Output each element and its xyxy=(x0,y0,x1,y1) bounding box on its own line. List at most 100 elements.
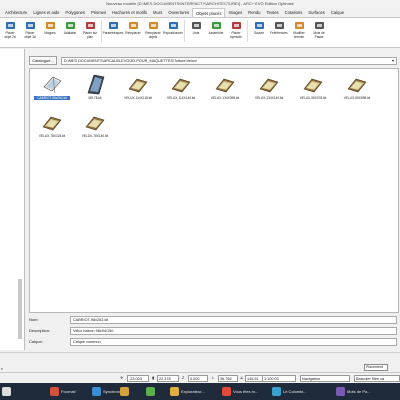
ribbon-tab[interactable]: Lignes et aide xyxy=(30,8,62,17)
name-label: Nom: xyxy=(29,317,39,322)
taskbar-item-label: Fournail xyxy=(61,389,76,394)
ribbon-button[interactable]: Modifier chemin xyxy=(291,20,307,47)
ribbon-button[interactable]: Remplacer objets xyxy=(145,20,161,47)
ribbon-button[interactable]: Adalaine xyxy=(62,20,78,47)
edit-path-icon xyxy=(294,20,305,31)
object-thumbnail[interactable]: VELUX-134X098.kit xyxy=(207,73,243,105)
ribbon-button[interactable]: Placer sur plan xyxy=(82,20,98,47)
ribbon-button-label: Assembler xyxy=(208,31,224,35)
status-line: e Placement xyxy=(0,352,400,372)
taskbar-item[interactable] xyxy=(146,385,155,398)
ribbon-tab[interactable]: Rendu xyxy=(245,8,263,17)
window-object-icon xyxy=(34,73,70,95)
window-object-icon xyxy=(77,73,113,95)
ribbon-button[interactable]: Préférences xyxy=(270,20,288,47)
description-field[interactable]: Velux balcon 98x94/150 xyxy=(70,327,397,335)
fournail-icon xyxy=(50,387,59,396)
ribbon-tab[interactable]: Images xyxy=(225,8,245,17)
layer-row: Calque: Calque commun xyxy=(29,338,399,347)
object-thumbnail-name: VELUX-114X118.kit xyxy=(124,96,152,100)
taskbar-item[interactable]: Fournail xyxy=(50,385,75,398)
ribbon-button-label: Adalaine xyxy=(63,31,77,35)
name-row: Nom: CABRIOT-98x252.kit xyxy=(29,316,399,325)
app-window: Nouveau modèle [D:\MES DOCUMENTS\INTERFA… xyxy=(0,0,400,400)
taskbar-item[interactable]: Le Colombi... xyxy=(272,385,307,398)
ribbon-tab[interactable]: Architecture xyxy=(2,8,30,17)
ribbon-button-label: Placer objet 2d xyxy=(4,31,16,39)
ribbon-tab[interactable]: Prismes xyxy=(88,8,109,17)
layer-label: Calque: xyxy=(29,339,43,344)
ribbon-button[interactable]: Repositionner xyxy=(163,20,183,47)
object-thumbnail[interactable]: M9-78.kit xyxy=(77,73,113,105)
coord-x-field[interactable]: -23.003 xyxy=(127,375,149,382)
object-thumbnail-name: VELUX-55X078.kit xyxy=(299,96,327,100)
ribbon-button[interactable]: Placer objet 3d xyxy=(22,20,38,47)
coord-y-field[interactable]: 22.378 xyxy=(157,375,179,382)
object-thumbnail[interactable]: VELUX-134X140.kit xyxy=(251,73,287,105)
ribbon-button-label: Liste xyxy=(192,31,200,35)
chevron-down-icon[interactable]: ▾ xyxy=(390,58,396,64)
layer-field[interactable]: Calque commun xyxy=(70,338,397,346)
save-icon xyxy=(254,20,265,31)
object-thumbnail[interactable]: VELUX-78X140.kit xyxy=(77,111,113,143)
ribbon-tab[interactable]: Textes xyxy=(264,8,282,17)
app-icon xyxy=(120,387,129,396)
mode-select[interactable]: Navigation xyxy=(300,375,350,382)
ribbon-button[interactable]: Mots de Passe xyxy=(311,20,327,47)
ribbon-tab[interactable]: Surfaces xyxy=(305,8,328,17)
symbol-icon xyxy=(231,20,242,31)
taskbar-item[interactable]: Vous êtes m... xyxy=(222,385,258,398)
ribbon-separator xyxy=(101,20,102,42)
description-row: Description: Velux balcon 98x94/150 xyxy=(29,327,399,336)
os-taskbar: Fournail Synchronise... Explorateur... Vous… xyxy=(0,383,400,400)
reposition-icon xyxy=(168,20,179,31)
ribbon-button[interactable]: Paramétriques xyxy=(103,20,123,47)
ribbon-button[interactable]: Sauver xyxy=(251,20,267,47)
mapping-icon xyxy=(45,20,56,31)
ribbon-button[interactable]: Assembler xyxy=(208,20,224,47)
chrome-icon xyxy=(222,387,231,396)
catalogue-path-field[interactable]: D:\MES DOCUMENTS\ARCALIB-EVO\3D-POUR_MAQ… xyxy=(61,57,397,65)
app-icon-2 xyxy=(146,387,155,396)
coord-y-icon: ▮ xyxy=(152,376,155,380)
taskbar-item[interactable] xyxy=(120,385,129,398)
filter-hint-field[interactable]: Basculer filtre ca xyxy=(354,375,400,382)
ribbon-button[interactable]: Liste xyxy=(188,20,204,47)
assemble-icon xyxy=(211,20,222,31)
object-thumbnail[interactable]: VELUX-55X098.kit xyxy=(339,73,375,105)
object-thumbnail[interactable]: VELUX-55X078.kit xyxy=(295,73,331,105)
object-thumbnail[interactable]: CABRIOT-98x252.kit xyxy=(34,73,70,105)
ribbon-tab[interactable]: Cotations xyxy=(282,8,306,17)
ribbon-tab[interactable]: Polygones xyxy=(62,8,88,17)
taskbar-item[interactable] xyxy=(2,385,11,398)
ribbon-button[interactable]: Mappes xyxy=(42,20,58,47)
placement-field[interactable]: Placement xyxy=(364,364,388,371)
object-thumbnail[interactable]: VELUX-78X118.kit xyxy=(34,111,70,143)
catalogue-button[interactable]: Catalogue... xyxy=(29,56,57,65)
adalaine-icon xyxy=(65,20,76,31)
left-panel xyxy=(0,49,25,350)
taskbar-item[interactable]: Explorateur... xyxy=(170,385,205,398)
ribbon-button[interactable]: Placer objet 2d xyxy=(2,20,18,47)
left-panel-scrollbar[interactable] xyxy=(18,279,22,339)
ribbon-tab[interactable]: Ouvertures xyxy=(165,8,192,17)
object-thumbnail[interactable]: VELUX-114X118.kit xyxy=(120,73,156,105)
distance-field[interactable]: 36.766 xyxy=(218,375,238,382)
ribbon-button-label: Remplacer objets xyxy=(145,31,161,39)
ribbon-tab[interactable]: Objets placés xyxy=(192,8,226,17)
ribbon-button[interactable]: Placer symbole xyxy=(228,20,244,47)
object-thumbnail-name: VELUX-134X098.kit xyxy=(210,96,240,100)
coord-z-field[interactable]: 0.000 xyxy=(188,375,208,382)
ribbon-tab[interactable]: Calque xyxy=(328,8,347,17)
ribbon-tab[interactable]: Hachures et motifs xyxy=(109,8,150,17)
object-thumbnail-name: CABRIOT-98x252.kit xyxy=(34,96,70,100)
taskbar-item-label: Le Colombi... xyxy=(283,389,307,394)
password-icon xyxy=(314,20,325,31)
explorer-icon xyxy=(170,387,179,396)
scale-select[interactable]: 1:100.00 xyxy=(262,375,296,382)
taskbar-item[interactable]: Mots de Pa... xyxy=(336,385,371,398)
ribbon-button[interactable]: Remplacer xyxy=(125,20,141,47)
ribbon-tab[interactable]: Murs xyxy=(150,8,165,17)
name-field[interactable]: CABRIOT-98x252.kit xyxy=(70,316,397,324)
object-thumbnail[interactable]: VELUX-114X140.kit xyxy=(163,73,199,105)
